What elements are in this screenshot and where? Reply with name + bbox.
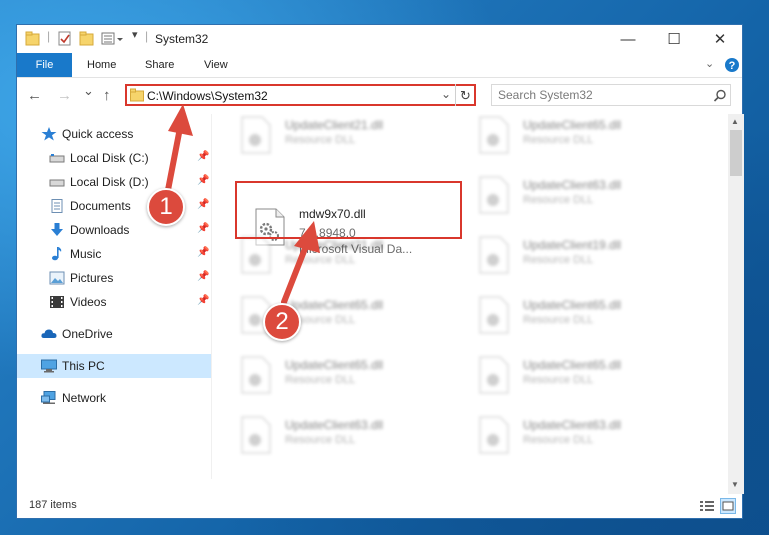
- arrow-1-head: [168, 104, 193, 136]
- annotation-arrows: [165, 104, 320, 305]
- arrow-1-shaft: [165, 125, 183, 193]
- arrow-2-shaft: [281, 243, 309, 305]
- annotation-marker-1: 1: [147, 188, 185, 226]
- arrow-2-head: [294, 221, 320, 253]
- annotation-marker-2: 2: [263, 303, 301, 341]
